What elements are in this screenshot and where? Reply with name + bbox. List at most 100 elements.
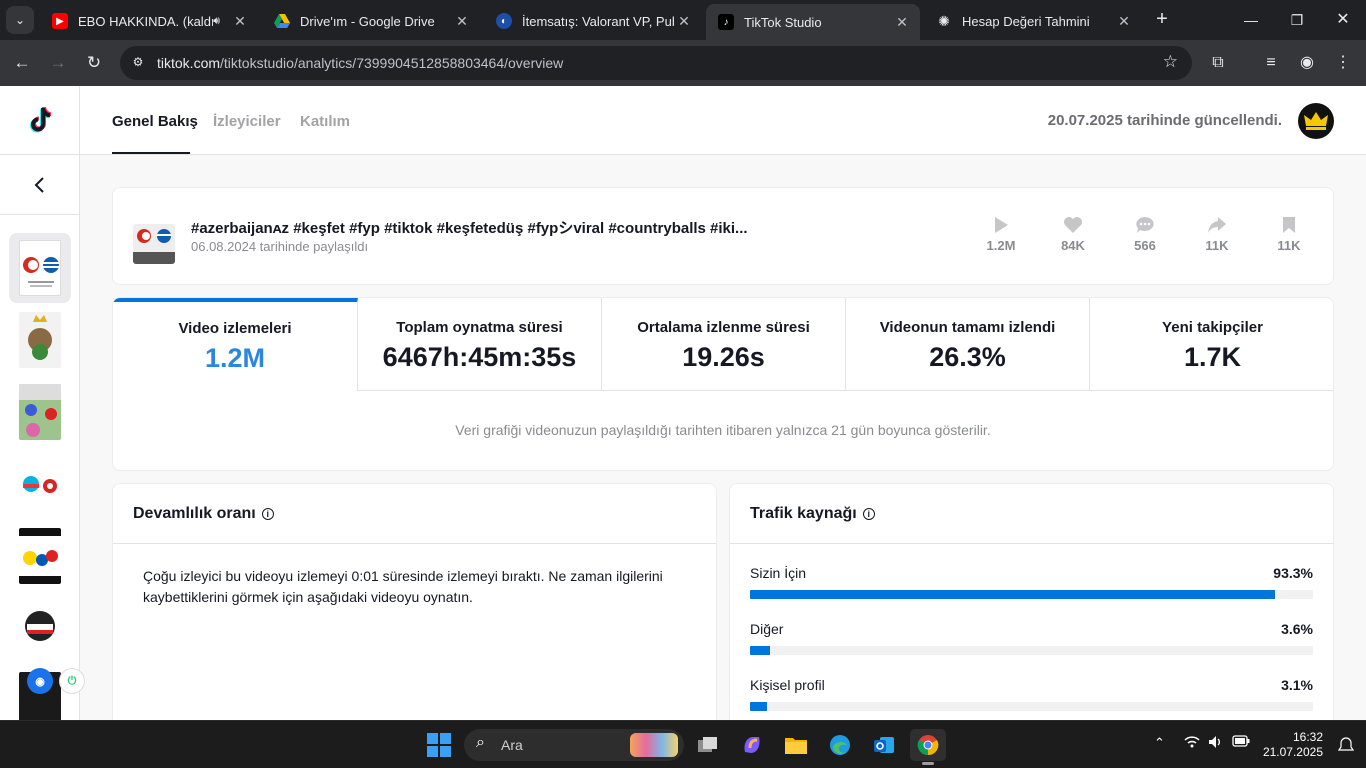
video-thumbnail-selected[interactable] xyxy=(9,233,71,303)
restore-button[interactable]: ❐ xyxy=(1274,0,1320,40)
active-app-indicator xyxy=(922,762,934,765)
extensions-icon[interactable]: ⧉ xyxy=(1205,50,1231,76)
metric-watched-full-video[interactable]: Videonun tamamı izlendi 26.3% xyxy=(846,298,1090,391)
back-button[interactable] xyxy=(0,155,80,215)
traffic-title: Trafik kaynağı i xyxy=(750,505,875,523)
video-thumbnail[interactable] xyxy=(9,449,71,519)
video-sidebar xyxy=(0,155,80,720)
search-icon: ⌕ xyxy=(476,734,485,751)
browser-tab-chatgpt[interactable]: ✺ Hesap Değeri Tahmini ✕ xyxy=(924,6,1142,36)
video-thumbnail[interactable] xyxy=(9,593,71,663)
divider xyxy=(730,543,1333,544)
retention-card: Devamlılık oranı i Çoğu izleyici bu vide… xyxy=(112,483,717,720)
metric-value: 6467h:45m:35s xyxy=(382,342,577,372)
iq-widget-icon[interactable]: ◉ xyxy=(27,668,53,694)
bookmark-star-icon[interactable]: ☆ xyxy=(1163,52,1178,72)
play-icon xyxy=(995,217,1008,233)
browser-tab-itemsatis[interactable]: ◐ İtemsatış: Valorant VP, Pubg ✕ xyxy=(484,6,702,36)
close-tab-icon[interactable]: ✕ xyxy=(1114,13,1134,30)
share-arrow-icon xyxy=(1208,217,1226,233)
windows-start-icon[interactable] xyxy=(427,733,451,757)
video-title[interactable]: #azerbaijanᴀᴢ #keşfet #fyp #tiktok #keşf… xyxy=(191,217,748,238)
metric-average-watch-time[interactable]: Ortalama izlenme süresi 19.26s xyxy=(602,298,846,391)
traffic-percent: 93.3% xyxy=(1273,565,1313,581)
chevron-up-icon[interactable]: ⌃ xyxy=(1154,735,1165,751)
menu-kebab-icon[interactable]: ⋮ xyxy=(1330,50,1356,76)
traffic-label: Kişisel profil xyxy=(750,677,825,693)
traffic-source-card: Trafik kaynağı i Sizin İçin 93.3% Diğer … xyxy=(729,483,1334,720)
tab-viewers[interactable]: İzleyiciler xyxy=(213,113,281,130)
info-icon[interactable]: i xyxy=(261,508,274,520)
media-control-icon[interactable]: ≡ xyxy=(1258,50,1284,76)
chatgpt-icon: ✺ xyxy=(938,12,950,29)
tab-title: Drive'ım - Google Drive xyxy=(300,13,435,29)
bookmark-icon xyxy=(1283,217,1295,233)
traffic-title-text: Trafik kaynağı xyxy=(750,505,857,522)
file-explorer-icon[interactable] xyxy=(778,729,814,761)
tab-title: Hesap Değeri Tahmini xyxy=(962,13,1090,29)
taskbar-search[interactable]: ⌕ Ara xyxy=(464,729,684,761)
active-tab-underline xyxy=(112,152,190,154)
tab-overview[interactable]: Genel Bakış xyxy=(112,113,198,130)
outlook-icon[interactable] xyxy=(866,729,902,761)
forward-arrow-icon[interactable]: → xyxy=(43,48,73,78)
power-icon[interactable]: ⏻ xyxy=(59,668,85,694)
speaker-icon[interactable]: 🔊︎ xyxy=(213,15,220,28)
new-tab-button[interactable]: + xyxy=(1150,8,1174,32)
wifi-icon[interactable] xyxy=(1184,735,1200,752)
video-thumbnail[interactable] xyxy=(9,377,71,447)
retention-title-text: Devamlılık oranı xyxy=(133,505,256,522)
close-tab-icon[interactable]: ✕ xyxy=(452,13,472,30)
volume-icon[interactable] xyxy=(1208,735,1224,752)
video-thumbnail-small[interactable] xyxy=(133,224,175,264)
avatar[interactable] xyxy=(1298,103,1334,139)
itemsatis-icon: ◐ xyxy=(496,13,512,29)
battery-icon[interactable] xyxy=(1232,735,1250,750)
video-thumbnail[interactable] xyxy=(9,521,71,591)
browser-tab-bar: ⌄ ▶ EBO HAKKINDA. (kaldırıl 🔊︎ ✕ Drive'ı… xyxy=(0,0,1366,40)
tiktok-icon: ♪ xyxy=(718,14,734,30)
browser-tab-youtube[interactable]: ▶ EBO HAKKINDA. (kaldırıl 🔊︎ ✕ xyxy=(40,6,258,36)
comment-icon xyxy=(1136,217,1154,233)
browser-tab-tiktok-studio[interactable]: ♪ TikTok Studio ✕ xyxy=(706,4,920,40)
copilot-icon[interactable] xyxy=(734,729,770,761)
system-clock[interactable]: 16:32 21.07.2025 xyxy=(1263,730,1323,760)
info-icon[interactable]: i xyxy=(862,508,875,520)
task-view-icon[interactable] xyxy=(690,729,726,761)
close-tab-icon[interactable]: ✕ xyxy=(674,13,694,30)
chrome-icon[interactable] xyxy=(910,729,946,765)
tiktok-studio-app: Genel Bakış İzleyiciler Katılım 20.07.20… xyxy=(0,86,1366,720)
crown-icon xyxy=(1304,112,1328,130)
metric-new-followers[interactable]: Yeni takipçiler 1.7K xyxy=(1090,298,1333,391)
reload-icon[interactable]: ↻ xyxy=(79,48,109,78)
traffic-bar-fill xyxy=(750,590,1276,599)
retention-description: Çoğu izleyici bu videoyu izlemeyi 0:01 s… xyxy=(143,568,663,605)
tab-search-button[interactable]: ⌄ xyxy=(6,6,34,34)
search-highlight-image xyxy=(630,733,678,757)
back-arrow-icon[interactable]: ← xyxy=(7,48,37,78)
video-thumbnail[interactable] xyxy=(9,305,71,375)
site-settings-icon[interactable]: ⚙ xyxy=(130,55,146,71)
minimize-button[interactable]: — xyxy=(1228,0,1274,40)
tiktok-logo[interactable] xyxy=(0,86,80,155)
metric-label: Yeni takipçiler xyxy=(1162,319,1263,336)
url-text[interactable]: tiktok.com/tiktokstudio/analytics/739990… xyxy=(157,55,563,71)
close-window-button[interactable]: ✕ xyxy=(1320,0,1366,40)
browser-tab-drive[interactable]: Drive'ım - Google Drive ✕ xyxy=(262,6,480,36)
close-tab-icon[interactable]: ✕ xyxy=(892,14,912,31)
notification-bell-icon[interactable] xyxy=(1337,737,1355,753)
views-count: 1.2M xyxy=(986,238,1016,253)
metric-label: Ortalama izlenme süresi xyxy=(637,319,810,336)
tab-engagement[interactable]: Katılım xyxy=(300,113,350,130)
windows-taskbar: ⌕ Ara ⌃ 16:32 21.07.2025 xyxy=(0,720,1366,768)
metric-label: Video izlemeleri xyxy=(178,320,292,337)
traffic-bar xyxy=(750,590,1313,599)
close-tab-icon[interactable]: ✕ xyxy=(230,13,250,30)
metric-total-play-time[interactable]: Toplam oynatma süresi 6467h:45m:35s xyxy=(358,298,602,391)
metric-value: 19.26s xyxy=(682,342,765,372)
metric-video-views[interactable]: Video izlemeleri 1.2M xyxy=(113,298,358,391)
address-bar[interactable]: ⚙ tiktok.com/tiktokstudio/analytics/7399… xyxy=(120,46,1192,80)
profile-icon[interactable]: ◉ xyxy=(1294,50,1320,76)
edge-icon[interactable] xyxy=(822,729,858,761)
chart-availability-note: Veri grafiği videonuzun paylaşıldığı tar… xyxy=(455,422,991,438)
